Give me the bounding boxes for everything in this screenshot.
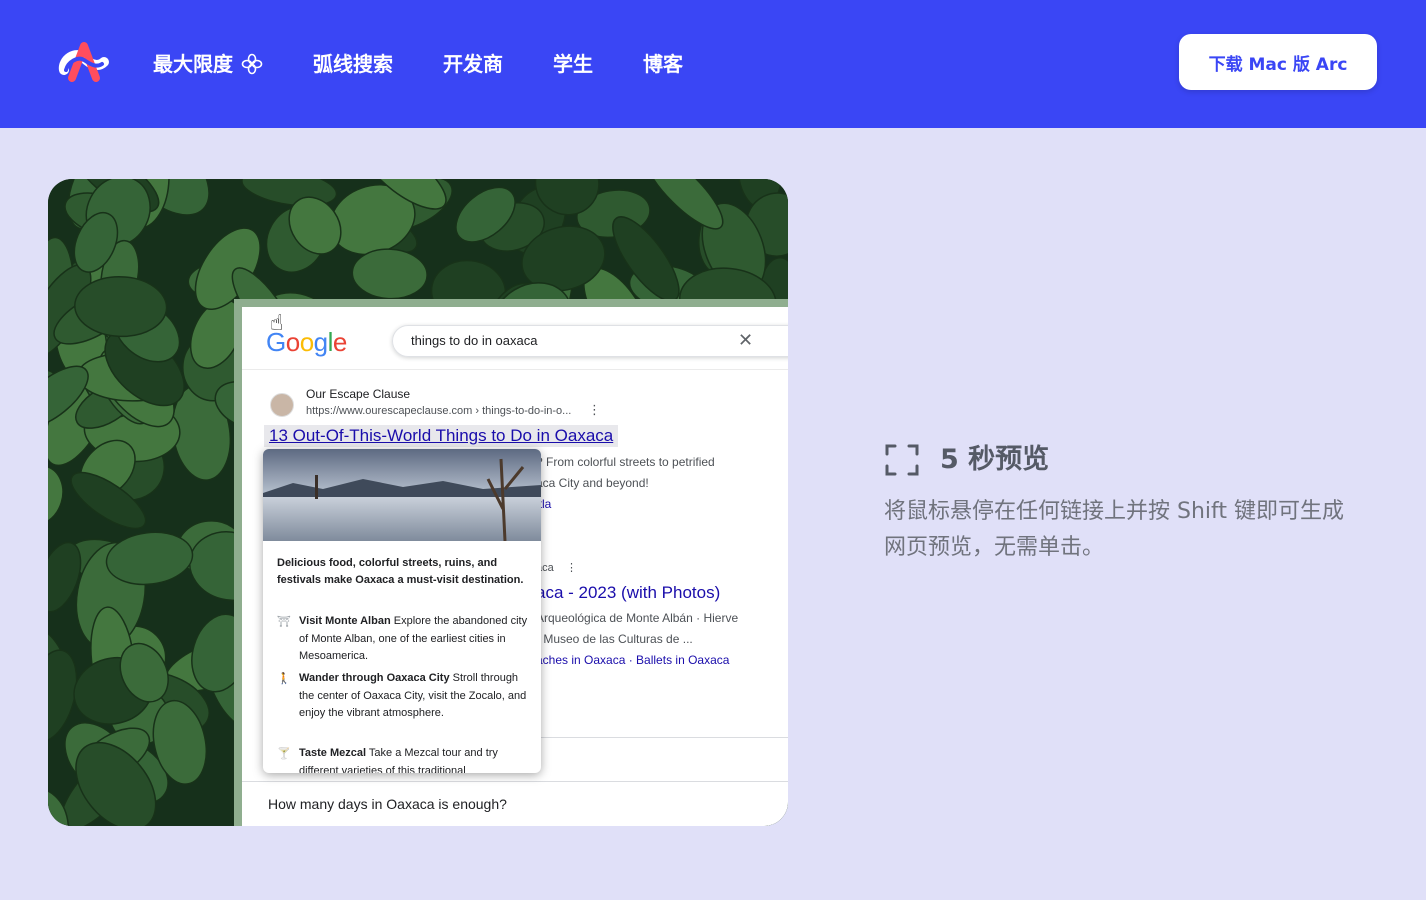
result-url[interactable]: https://www.ourescapeclause.com › things… [306, 405, 571, 417]
sparkle-icon [241, 53, 263, 75]
preview-item: Visit Monte Alban Explore the abandoned … [299, 615, 528, 662]
site-favicon-icon [270, 393, 294, 417]
nav-item-label: 弧线搜索 [313, 52, 393, 76]
result-title-link[interactable]: aca - 2023 (with Photos) [536, 583, 720, 603]
result-snippet: Arqueológica de Monte Albán · Hierve [536, 611, 739, 625]
link-preview-popup[interactable]: Delicious food, colorful streets, ruins,… [263, 449, 541, 773]
search-input[interactable]: things to do in oaxaca ✕ [392, 325, 788, 357]
hand-cursor-icon: ☝ [270, 311, 284, 336]
feature-description: 将鼠标悬停在任何链接上并按 Shift 键即可生成网页预览，无需单击。 [884, 499, 1344, 560]
nav-item-developers[interactable]: 开发商 [443, 50, 503, 78]
result-site-fragment: aca ⋮ [536, 562, 577, 574]
divider [242, 369, 788, 370]
divider [242, 781, 788, 782]
clear-icon[interactable]: ✕ [738, 330, 753, 351]
main-nav: 最大限度 弧线搜索 开发商 学生 博客 [153, 50, 733, 78]
nav-item-students[interactable]: 学生 [553, 50, 593, 78]
frame-corners-icon [885, 444, 919, 476]
preview-item: Wander through Oaxaca City Stroll throug… [299, 672, 527, 719]
nav-item-label: 博客 [643, 52, 683, 76]
feature-title: 5 秒预览 [940, 444, 1050, 475]
result-snippet: ? From colorful streets to petrified [536, 455, 715, 469]
preview-item: Taste Mezcal Take a Mezcal tour and try … [299, 747, 498, 773]
nav-item-max[interactable]: 最大限度 [153, 50, 263, 78]
result-snippet: · Museo de las Culturas de ... [536, 632, 693, 646]
result-sublinks[interactable]: aches in Oaxaca · Ballets in Oaxaca [536, 653, 729, 667]
faq-question[interactable]: How many days in Oaxaca is enough? [268, 796, 507, 812]
arc-logo-icon[interactable] [58, 40, 110, 84]
nav-item-label: 开发商 [443, 52, 503, 76]
result-snippet: aca City and beyond! [536, 476, 649, 490]
result-site-name: Our Escape Clause [306, 387, 411, 401]
preview-image [263, 449, 541, 541]
search-query: things to do in oaxaca [411, 333, 538, 348]
download-button[interactable]: 下载 Mac 版 Arc [1179, 34, 1377, 90]
header-wave-edge [0, 118, 1426, 127]
result-title-link[interactable]: 13 Out-Of-This-World Things to Do in Oax… [264, 425, 619, 447]
drink-icon: 🍸 [277, 747, 291, 760]
preview-summary: Delicious food, colorful streets, ruins,… [277, 557, 524, 586]
nav-item-label: 学生 [553, 52, 593, 76]
more-options-icon[interactable]: ⋮ [588, 403, 601, 418]
site-header: 最大限度 弧线搜索 开发商 学生 博客 下载 Mac 版 Arc [0, 0, 1426, 128]
nav-item-arc-search[interactable]: 弧线搜索 [313, 50, 393, 78]
feature-screenshot: Google things to do in oaxaca ✕ Our Esca… [48, 179, 788, 826]
monument-icon: ⛩ [277, 615, 291, 628]
nav-item-blog[interactable]: 博客 [643, 50, 683, 78]
walking-icon: 🚶 [277, 672, 291, 685]
nav-item-label: 最大限度 [153, 52, 233, 76]
